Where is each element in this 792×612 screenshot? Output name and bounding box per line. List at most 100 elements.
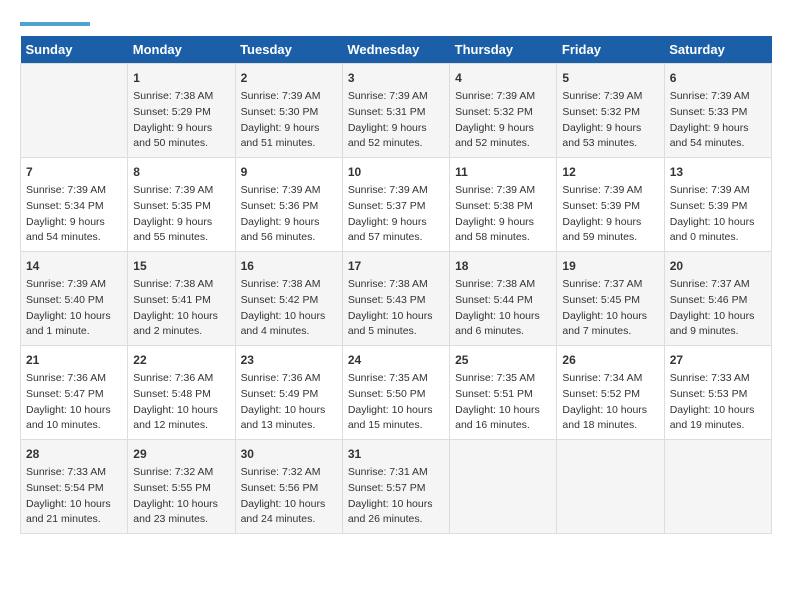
day-number: 28 [26, 445, 122, 463]
day-number: 4 [455, 69, 551, 87]
day-info: Sunrise: 7:39 AM Sunset: 5:30 PM Dayligh… [241, 89, 337, 152]
calendar-cell: 10 Sunrise: 7:39 AM Sunset: 5:37 PM Dayli… [342, 158, 449, 252]
week-row-4: 21Sunrise: 7:36 AM Sunset: 5:47 PM Dayli… [21, 346, 772, 440]
day-info: Sunrise: 7:38 AM Sunset: 5:29 PM Dayligh… [133, 89, 229, 152]
logo [20, 20, 90, 26]
calendar-cell: 8Sunrise: 7:39 AM Sunset: 5:35 PM Daylig… [128, 158, 235, 252]
day-info: Sunrise: 7:39 AM Sunset: 5:32 PM Dayligh… [562, 89, 658, 152]
day-number: 15 [133, 257, 229, 275]
calendar-cell: 19 Sunrise: 7:37 AM Sunset: 5:45 PM Dayli… [557, 252, 664, 346]
calendar-cell: 26 Sunrise: 7:34 AM Sunset: 5:52 PM Dayli… [557, 346, 664, 440]
calendar-cell: 29 Sunrise: 7:32 AM Sunset: 5:55 PM Dayli… [128, 440, 235, 534]
day-info: Sunrise: 7:32 AM Sunset: 5:55 PM Dayligh… [133, 465, 229, 528]
day-number: 5 [562, 69, 658, 87]
day-number: 24 [348, 351, 444, 369]
day-info: Sunrise: 7:38 AM Sunset: 5:44 PM Dayligh… [455, 277, 551, 340]
week-row-5: 28 Sunrise: 7:33 AM Sunset: 5:54 PM Dayli… [21, 440, 772, 534]
calendar-cell: 4Sunrise: 7:39 AM Sunset: 5:32 PM Daylig… [450, 64, 557, 158]
calendar-cell: 24 Sunrise: 7:35 AM Sunset: 5:50 PM Dayli… [342, 346, 449, 440]
day-info: Sunrise: 7:39 AM Sunset: 5:34 PM Dayligh… [26, 183, 122, 246]
day-info: Sunrise: 7:32 AM Sunset: 5:56 PM Dayligh… [241, 465, 337, 528]
day-info: Sunrise: 7:39 AM Sunset: 5:33 PM Dayligh… [670, 89, 766, 152]
day-number: 31 [348, 445, 444, 463]
day-info: Sunrise: 7:36 AM Sunset: 5:49 PM Dayligh… [241, 371, 337, 434]
day-info: Sunrise: 7:39 AM Sunset: 5:31 PM Dayligh… [348, 89, 444, 152]
day-header-thursday: Thursday [450, 36, 557, 64]
day-number: 10 [348, 163, 444, 181]
calendar-cell: 16Sunrise: 7:38 AM Sunset: 5:42 PM Dayli… [235, 252, 342, 346]
calendar-cell: 5 Sunrise: 7:39 AM Sunset: 5:32 PM Daylig… [557, 64, 664, 158]
day-info: Sunrise: 7:35 AM Sunset: 5:51 PM Dayligh… [455, 371, 551, 434]
day-info: Sunrise: 7:33 AM Sunset: 5:54 PM Dayligh… [26, 465, 122, 528]
day-number: 29 [133, 445, 229, 463]
calendar-cell: 15 Sunrise: 7:38 AM Sunset: 5:41 PM Dayli… [128, 252, 235, 346]
calendar-cell: 25Sunrise: 7:35 AM Sunset: 5:51 PM Dayli… [450, 346, 557, 440]
day-info: Sunrise: 7:37 AM Sunset: 5:45 PM Dayligh… [562, 277, 658, 340]
day-number: 22 [133, 351, 229, 369]
day-header-tuesday: Tuesday [235, 36, 342, 64]
day-info: Sunrise: 7:39 AM Sunset: 5:36 PM Dayligh… [241, 183, 337, 246]
calendar-cell: 23 Sunrise: 7:36 AM Sunset: 5:49 PM Dayli… [235, 346, 342, 440]
day-number: 6 [670, 69, 766, 87]
day-info: Sunrise: 7:34 AM Sunset: 5:52 PM Dayligh… [562, 371, 658, 434]
logo-underline [20, 22, 90, 26]
day-info: Sunrise: 7:31 AM Sunset: 5:57 PM Dayligh… [348, 465, 444, 528]
calendar-cell: 6 Sunrise: 7:39 AM Sunset: 5:33 PM Daylig… [664, 64, 771, 158]
calendar-cell: 22Sunrise: 7:36 AM Sunset: 5:48 PM Dayli… [128, 346, 235, 440]
day-number: 1 [133, 69, 229, 87]
day-number: 30 [241, 445, 337, 463]
calendar-cell: 18 Sunrise: 7:38 AM Sunset: 5:44 PM Dayli… [450, 252, 557, 346]
day-info: Sunrise: 7:38 AM Sunset: 5:43 PM Dayligh… [348, 277, 444, 340]
calendar-cell: 21Sunrise: 7:36 AM Sunset: 5:47 PM Dayli… [21, 346, 128, 440]
day-info: Sunrise: 7:39 AM Sunset: 5:39 PM Dayligh… [562, 183, 658, 246]
calendar-cell: 14 Sunrise: 7:39 AM Sunset: 5:40 PM Dayli… [21, 252, 128, 346]
day-number: 2 [241, 69, 337, 87]
day-info: Sunrise: 7:39 AM Sunset: 5:37 PM Dayligh… [348, 183, 444, 246]
day-number: 17 [348, 257, 444, 275]
day-number: 13 [670, 163, 766, 181]
day-info: Sunrise: 7:39 AM Sunset: 5:35 PM Dayligh… [133, 183, 229, 246]
calendar-cell: 27 Sunrise: 7:33 AM Sunset: 5:53 PM Dayli… [664, 346, 771, 440]
day-info: Sunrise: 7:39 AM Sunset: 5:40 PM Dayligh… [26, 277, 122, 340]
day-number: 14 [26, 257, 122, 275]
day-info: Sunrise: 7:37 AM Sunset: 5:46 PM Dayligh… [670, 277, 766, 340]
calendar-cell: 9Sunrise: 7:39 AM Sunset: 5:36 PM Daylig… [235, 158, 342, 252]
calendar-cell: 3 Sunrise: 7:39 AM Sunset: 5:31 PM Daylig… [342, 64, 449, 158]
calendar-cell: 1 Sunrise: 7:38 AM Sunset: 5:29 PM Daylig… [128, 64, 235, 158]
calendar-cell: 28 Sunrise: 7:33 AM Sunset: 5:54 PM Dayli… [21, 440, 128, 534]
day-header-monday: Monday [128, 36, 235, 64]
day-number: 3 [348, 69, 444, 87]
day-info: Sunrise: 7:38 AM Sunset: 5:41 PM Dayligh… [133, 277, 229, 340]
calendar-cell: 17 Sunrise: 7:38 AM Sunset: 5:43 PM Dayli… [342, 252, 449, 346]
day-number: 18 [455, 257, 551, 275]
week-row-3: 14 Sunrise: 7:39 AM Sunset: 5:40 PM Dayli… [21, 252, 772, 346]
week-row-1: 1 Sunrise: 7:38 AM Sunset: 5:29 PM Daylig… [21, 64, 772, 158]
day-info: Sunrise: 7:35 AM Sunset: 5:50 PM Dayligh… [348, 371, 444, 434]
day-header-wednesday: Wednesday [342, 36, 449, 64]
day-number: 19 [562, 257, 658, 275]
day-info: Sunrise: 7:39 AM Sunset: 5:38 PM Dayligh… [455, 183, 551, 246]
calendar-cell: 30 Sunrise: 7:32 AM Sunset: 5:56 PM Dayli… [235, 440, 342, 534]
calendar-cell [21, 64, 128, 158]
calendar-cell: 12Sunrise: 7:39 AM Sunset: 5:39 PM Dayli… [557, 158, 664, 252]
day-number: 27 [670, 351, 766, 369]
day-number: 11 [455, 163, 551, 181]
day-number: 23 [241, 351, 337, 369]
day-number: 20 [670, 257, 766, 275]
calendar-cell: 20 Sunrise: 7:37 AM Sunset: 5:46 PM Dayli… [664, 252, 771, 346]
calendar-cell: 7 Sunrise: 7:39 AM Sunset: 5:34 PM Daylig… [21, 158, 128, 252]
day-header-sunday: Sunday [21, 36, 128, 64]
week-row-2: 7 Sunrise: 7:39 AM Sunset: 5:34 PM Daylig… [21, 158, 772, 252]
calendar-table: SundayMondayTuesdayWednesdayThursdayFrid… [20, 36, 772, 534]
day-number: 16 [241, 257, 337, 275]
calendar-cell: 11 Sunrise: 7:39 AM Sunset: 5:38 PM Dayli… [450, 158, 557, 252]
calendar-cell [557, 440, 664, 534]
day-header-row: SundayMondayTuesdayWednesdayThursdayFrid… [21, 36, 772, 64]
day-info: Sunrise: 7:33 AM Sunset: 5:53 PM Dayligh… [670, 371, 766, 434]
calendar-cell: 2 Sunrise: 7:39 AM Sunset: 5:30 PM Daylig… [235, 64, 342, 158]
calendar-cell: 31 Sunrise: 7:31 AM Sunset: 5:57 PM Dayli… [342, 440, 449, 534]
calendar-cell [664, 440, 771, 534]
day-number: 7 [26, 163, 122, 181]
day-number: 26 [562, 351, 658, 369]
calendar-cell [450, 440, 557, 534]
